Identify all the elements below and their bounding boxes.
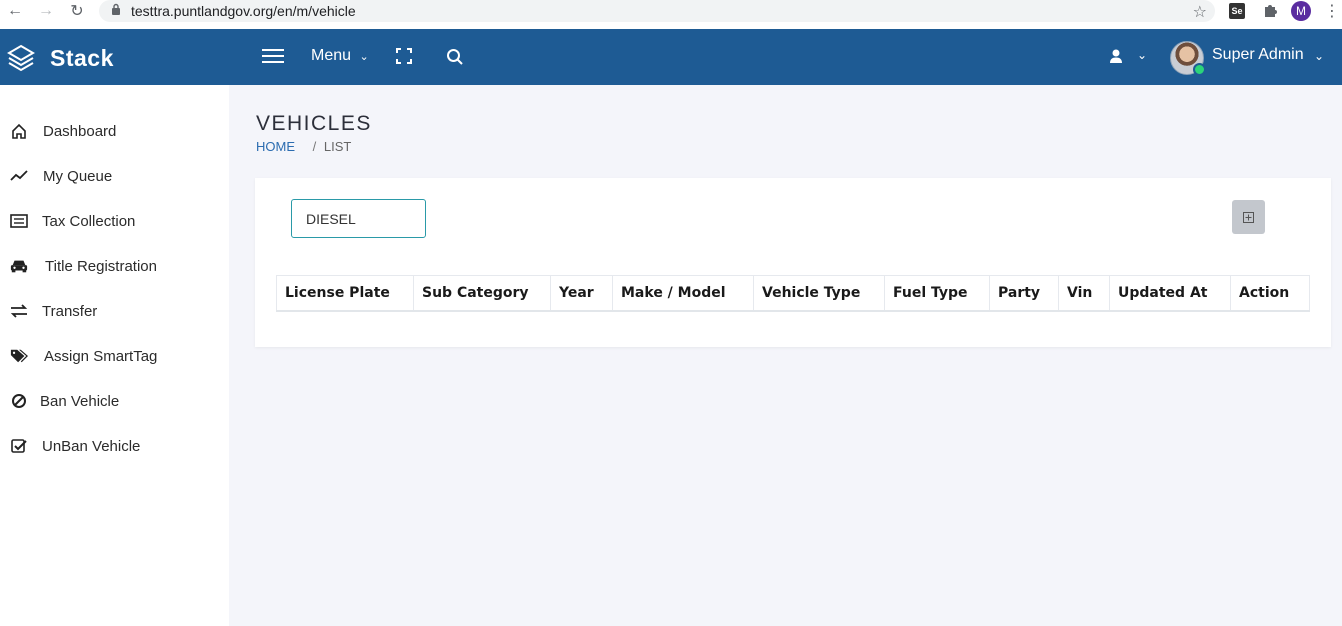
brand-name: Stack [50,44,114,71]
sidebar-item-label: UnBan Vehicle [42,437,141,455]
sidebar-item-my-queue[interactable]: My Queue [0,161,229,191]
column-header-vehicle-type[interactable]: Vehicle Type [753,275,885,312]
sidebar-item-unban-vehicle[interactable]: UnBan Vehicle [0,431,229,461]
sidebar-item-label: Assign SmartTag [44,347,158,365]
breadcrumb: HOME / LIST [256,139,351,154]
breadcrumb-current: LIST [323,139,352,154]
column-header-year[interactable]: Year [550,275,613,312]
sidebar-item-label: My Queue [43,167,113,185]
fullscreen-icon[interactable] [396,48,412,64]
sidebar-item-assign-smarttag[interactable]: Assign SmartTag [0,341,229,371]
column-header-fuel-type[interactable]: Fuel Type [884,275,990,312]
browser-menu-icon[interactable]: ⋮ [1324,1,1340,21]
check-square-icon [10,437,28,455]
brand[interactable]: Stack [6,43,114,73]
sidebar-item-tax-collection[interactable]: Tax Collection [0,206,229,236]
column-header-party[interactable]: Party [989,275,1059,312]
sidebar-item-label: Ban Vehicle [40,392,120,410]
menu-label: Menu [311,47,352,64]
chevron-down-icon: ⌄ [359,51,369,63]
vehicles-table: License Plate Sub Category Year Make / M… [276,275,1310,312]
column-header-action: Action [1230,275,1310,312]
tags-icon [10,347,28,365]
search-icon[interactable] [446,48,464,66]
home-icon [10,122,28,140]
bookmark-star-icon[interactable]: ☆ [1193,2,1207,22]
sidebar-item-title-registration[interactable]: Title Registration [0,251,229,281]
sidebar: Dashboard My Queue Tax Collection Title … [0,85,229,626]
forward-icon[interactable]: → [35,0,57,22]
breadcrumb-home-link[interactable]: HOME [256,139,295,154]
car-icon [10,257,28,275]
lock-icon [111,2,121,20]
sidebar-item-transfer[interactable]: Transfer [0,296,229,326]
add-vehicle-button[interactable] [1232,200,1265,234]
chevron-down-icon[interactable]: ⌄ [1137,48,1147,62]
column-header-vin[interactable]: Vin [1058,275,1110,312]
back-icon[interactable]: ← [4,0,26,22]
column-header-sub-category[interactable]: Sub Category [413,275,551,312]
trend-line-icon [10,167,28,185]
column-header-make-model[interactable]: Make / Model [612,275,754,312]
sidebar-item-label: Title Registration [45,257,157,275]
hamburger-menu-icon[interactable] [262,46,284,66]
app-header: Stack Menu ⌄ ⌄ Super Admin ⌄ [0,29,1342,85]
column-header-license-plate[interactable]: License Plate [276,275,414,312]
vehicles-card: License Plate Sub Category Year Make / M… [255,178,1331,347]
sidebar-item-ban-vehicle[interactable]: Ban Vehicle [0,386,229,416]
stack-logo-icon [7,44,35,72]
ban-icon [10,392,28,410]
plus-square-icon [1243,211,1254,223]
browser-toolbar: ← → ↻ testtra.puntlandgov.org/en/m/vehic… [0,0,1342,29]
user-name[interactable]: Super Admin [1212,46,1304,64]
user-icon[interactable] [1108,48,1124,64]
chevron-down-icon[interactable]: ⌄ [1314,49,1324,63]
selenium-extension-icon[interactable]: Se [1229,3,1245,19]
address-bar[interactable]: testtra.puntlandgov.org/en/m/vehicle ☆ [99,0,1215,22]
column-header-updated-at[interactable]: Updated At [1109,275,1231,312]
search-input[interactable] [291,199,426,238]
list-icon [10,212,28,230]
profile-avatar[interactable]: M [1291,1,1311,21]
breadcrumb-separator: / [312,139,317,154]
sidebar-item-label: Transfer [42,302,98,320]
reload-icon[interactable]: ↻ [66,0,88,22]
menu-dropdown[interactable]: Menu ⌄ [311,47,369,65]
online-status-dot [1193,63,1206,76]
url-text: testtra.puntlandgov.org/en/m/vehicle [131,3,356,19]
table-header-row: License Plate Sub Category Year Make / M… [276,275,1310,312]
sidebar-item-dashboard[interactable]: Dashboard [0,116,229,146]
page-title: VEHICLES [256,112,372,135]
exchange-icon [10,302,28,320]
extensions-puzzle-icon[interactable] [1260,1,1280,21]
sidebar-item-label: Dashboard [43,122,117,140]
sidebar-item-label: Tax Collection [42,212,136,230]
